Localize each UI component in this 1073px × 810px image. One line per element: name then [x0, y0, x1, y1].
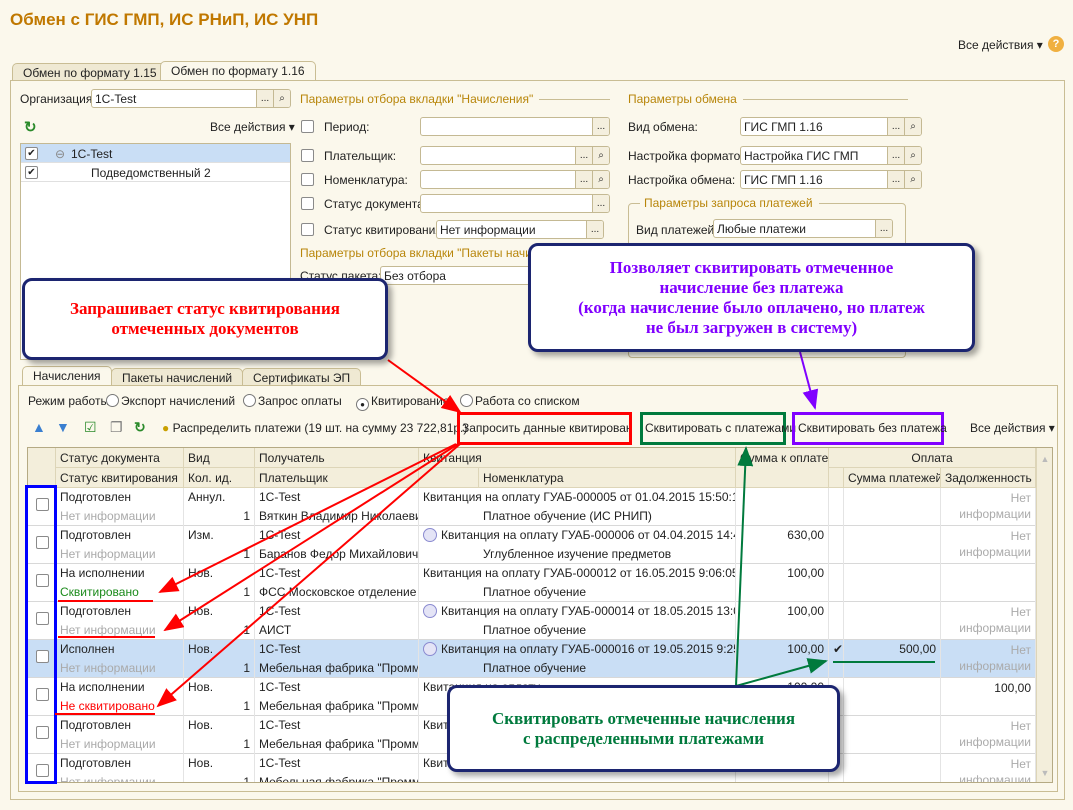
- callout-with-payments: Сквитировать отмеченные начисления с расп…: [447, 685, 840, 772]
- arrow: [156, 443, 461, 708]
- callout-without-payment: Позволяет сквитировать отмеченное начисле…: [528, 243, 975, 352]
- callout-request: Запрашивает статус квитирования отмеченны…: [22, 278, 388, 360]
- arrow: [387, 359, 462, 414]
- arrow: [735, 446, 754, 687]
- arrow: [163, 443, 459, 632]
- arrow: [799, 351, 819, 410]
- arrow: [158, 443, 457, 593]
- arrow: [735, 658, 828, 687]
